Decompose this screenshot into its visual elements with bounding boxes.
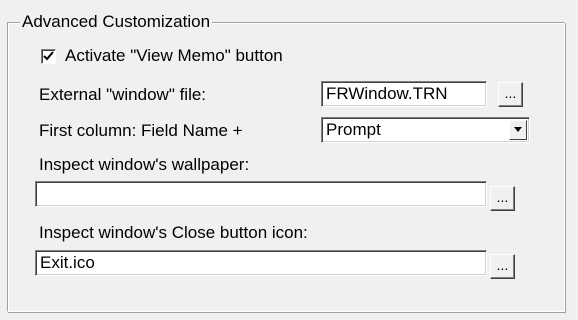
chevron-down-icon[interactable] — [509, 120, 527, 140]
wallpaper-browse-button[interactable]: ... — [490, 186, 515, 211]
wallpaper-input[interactable] — [35, 181, 487, 207]
close-icon-input[interactable]: Exit.ico — [35, 250, 487, 276]
external-window-file-input[interactable]: FRWindow.TRN — [321, 81, 487, 107]
activate-view-memo-checkbox[interactable] — [41, 48, 56, 64]
checkmark-icon — [43, 50, 54, 60]
close-icon-browse-button[interactable]: ... — [490, 254, 515, 279]
activate-view-memo-label: Activate "View Memo" button — [65, 46, 283, 65]
first-column-select[interactable]: Prompt — [321, 117, 530, 143]
external-window-file-label: External "window" file: — [39, 85, 207, 104]
external-window-file-browse-button[interactable]: ... — [498, 82, 523, 107]
wallpaper-label: Inspect window's wallpaper: — [39, 155, 250, 174]
activate-view-memo-row[interactable]: Activate "View Memo" button — [41, 46, 283, 66]
group-title: Advanced Customization — [20, 12, 213, 32]
first-column-label: First column: Field Name + — [39, 121, 243, 140]
first-column-selected-value: Prompt — [326, 120, 381, 139]
close-icon-label: Inspect window's Close button icon: — [39, 223, 308, 242]
